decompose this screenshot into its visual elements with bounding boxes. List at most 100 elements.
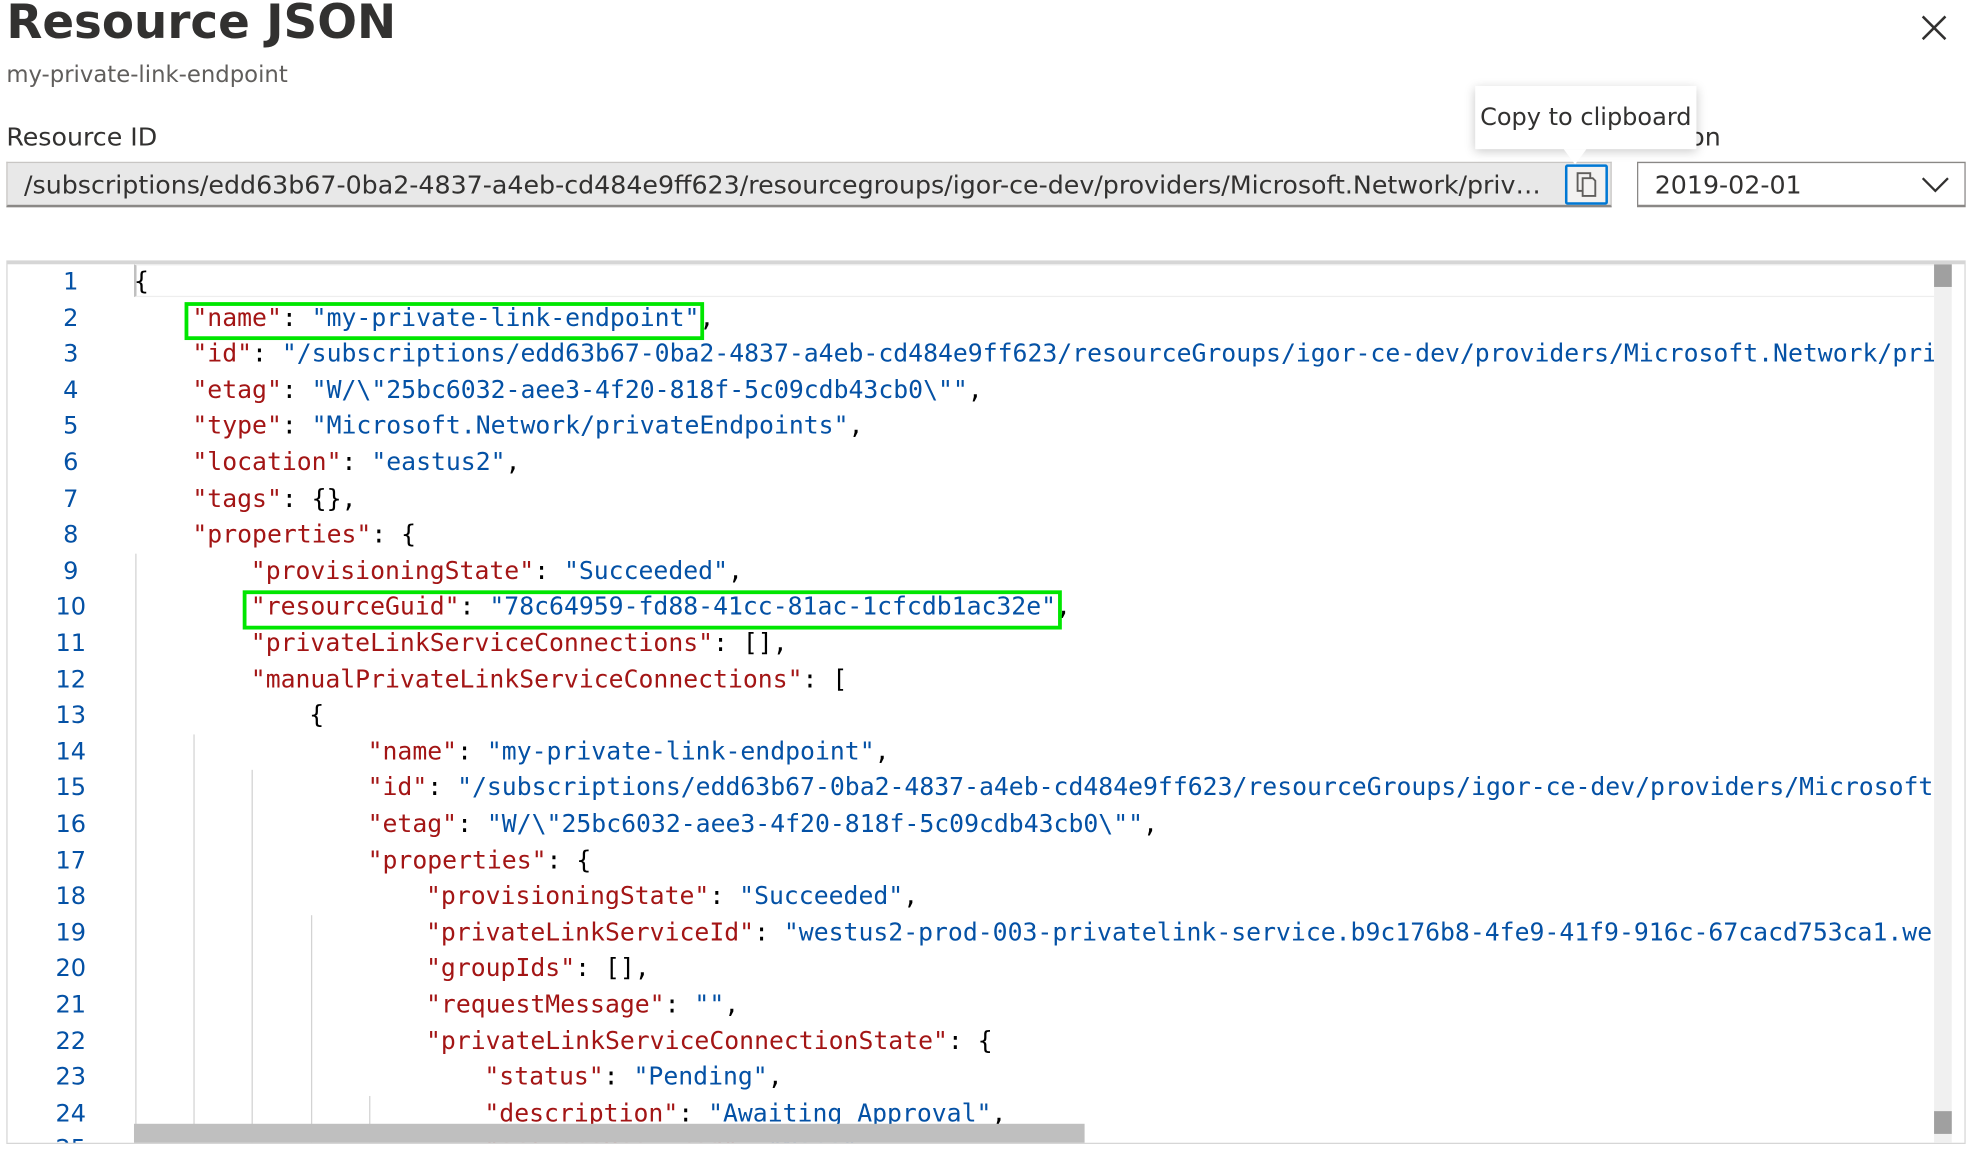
- json-key: "provisioningState": [250, 555, 535, 586]
- code-line: "name": "my-private-link-endpoint",: [192, 300, 714, 336]
- json-key: "id": [367, 772, 428, 802]
- close-button[interactable]: [1916, 10, 1951, 45]
- json-editor[interactable]: 1234567891011121314151617181920212223242…: [6, 260, 1966, 1145]
- page-title: Resource JSON: [6, 0, 397, 50]
- punctuation: :: [603, 1062, 634, 1092]
- punctuation: :: [281, 483, 312, 513]
- json-value: {}: [311, 483, 342, 513]
- line-number: 15: [55, 774, 87, 802]
- punctuation: ,: [903, 881, 919, 911]
- punctuation: ,: [967, 375, 983, 405]
- punctuation: :: [664, 989, 695, 1019]
- punctuation: {: [133, 266, 149, 296]
- line-number: 19: [55, 918, 87, 947]
- line-number: 1: [63, 267, 79, 296]
- punctuation: :: [341, 447, 372, 477]
- resource-id-label: Resource ID: [6, 121, 158, 152]
- line-number: 23: [55, 1063, 87, 1092]
- punctuation: :: [281, 375, 312, 405]
- code-line: "privateLinkServiceConnections": [],: [251, 626, 788, 662]
- json-key: "properties": [367, 845, 547, 875]
- punctuation: ,: [724, 989, 740, 1019]
- json-key: "name": [367, 736, 458, 766]
- json-key: "privateLinkServiceConnections": [250, 628, 714, 658]
- code-line: "tags": {},: [192, 481, 356, 517]
- line-number: 6: [63, 448, 79, 477]
- page-subtitle: my-private-link-endpoint: [6, 61, 288, 89]
- punctuation: :: [754, 917, 784, 947]
- horizontal-scrollbar-thumb[interactable]: [133, 1123, 1085, 1143]
- punctuation: ,: [874, 736, 890, 766]
- resource-id-field[interactable]: /subscriptions/edd63b67-0ba2-4837-a4eb-c…: [6, 161, 1612, 208]
- line-number: 14: [55, 737, 87, 766]
- json-string: "my-private-link-endpoint": [486, 736, 875, 766]
- indent-guide: [135, 553, 137, 1143]
- punctuation: :: [709, 881, 740, 911]
- punctuation: ,: [772, 628, 788, 658]
- code-line: "provisioningState": "Succeeded",: [251, 553, 743, 589]
- json-key: "resourceGuid": [250, 592, 460, 622]
- punctuation: :: [252, 339, 282, 369]
- code-line: "requestMessage": "",: [426, 987, 739, 1023]
- json-string: "my-private-link-endpoint": [311, 302, 700, 332]
- copy-to-clipboard-button[interactable]: [1564, 164, 1608, 205]
- json-key: "manualPrivateLinkServiceConnections": [250, 664, 803, 694]
- code-line: "privateLinkServiceId": "westus2-prod-00…: [426, 915, 1934, 951]
- json-key: "location": [192, 447, 342, 477]
- punctuation: :: [546, 845, 577, 875]
- vertical-scrollbar[interactable]: [1934, 264, 1952, 1143]
- punctuation: :: [459, 592, 490, 622]
- punctuation: ,: [1056, 592, 1071, 622]
- line-number: 20: [55, 954, 87, 983]
- code-line: "privateLinkServiceConnectionState": {: [426, 1023, 993, 1059]
- punctuation: :: [281, 411, 312, 441]
- copy-icon: [1576, 172, 1597, 197]
- punctuation: :: [427, 772, 458, 802]
- code-line: "id": "/subscriptions/edd63b67-0ba2-4837…: [192, 336, 1934, 372]
- json-key: "name": [192, 302, 282, 332]
- line-number: 3: [63, 340, 79, 369]
- punctuation: :: [457, 736, 487, 766]
- json-string: "/subscriptions/edd63b67-0ba2-4837-a4eb-…: [281, 339, 1935, 369]
- json-key: "properties": [192, 519, 372, 549]
- code-line: "properties": {: [192, 517, 416, 553]
- json-string: "Pending": [633, 1062, 768, 1092]
- code-line: "type": "Microsoft.Network/privateEndpoi…: [192, 409, 863, 445]
- code-line: "groupIds": [],: [426, 951, 650, 987]
- current-line-highlight: [133, 264, 1935, 298]
- json-value: [: [832, 664, 848, 694]
- code-line: "etag": "W/\"25bc6032-aee3-4f20-818f-5c0…: [192, 373, 982, 409]
- line-number: 18: [55, 882, 87, 911]
- code-line: "status": "Pending",: [484, 1060, 782, 1096]
- line-number: 13: [55, 701, 87, 730]
- code-line: "properties": {: [368, 843, 592, 879]
- api-version-dropdown[interactable]: 2019-02-01: [1637, 161, 1966, 208]
- json-string: "": [694, 989, 725, 1019]
- scroll-thumb[interactable]: [1934, 264, 1952, 287]
- json-key: "provisioningState": [426, 881, 710, 911]
- punctuation: :: [534, 555, 564, 586]
- line-number: 8: [63, 521, 79, 549]
- line-number: 11: [55, 629, 87, 658]
- punctuation: ,: [767, 1062, 783, 1092]
- code-line: {: [134, 264, 149, 300]
- json-value: {: [977, 1025, 993, 1056]
- resource-id-value: /subscriptions/edd63b67-0ba2-4837-a4eb-c…: [24, 169, 1554, 200]
- json-key: "id": [192, 339, 253, 369]
- json-string: "Succeeded": [739, 881, 904, 911]
- line-number-gutter: 1234567891011121314151617181920212223242…: [8, 264, 134, 1143]
- json-key: "privateLinkServiceConnectionState": [426, 1025, 948, 1056]
- line-number: 5: [63, 412, 79, 441]
- line-number: 2: [63, 304, 79, 332]
- copy-tooltip: Copy to clipboard: [1475, 85, 1697, 165]
- code-area[interactable]: {"name": "my-private-link-endpoint", "id"…: [133, 264, 1935, 1143]
- punctuation: {: [309, 700, 325, 730]
- punctuation: ,: [634, 953, 650, 983]
- json-string: "Succeeded": [563, 555, 728, 586]
- line-number: 24: [55, 1099, 87, 1128]
- json-value: []: [604, 953, 635, 983]
- json-string: "W/\"25bc6032-aee3-4f20-818f-5c09cdb43cb…: [486, 809, 1144, 839]
- json-string: "eastus2": [371, 447, 506, 477]
- json-string: "W/\"25bc6032-aee3-4f20-818f-5c09cdb43cb…: [311, 375, 968, 405]
- punctuation: ,: [699, 302, 715, 332]
